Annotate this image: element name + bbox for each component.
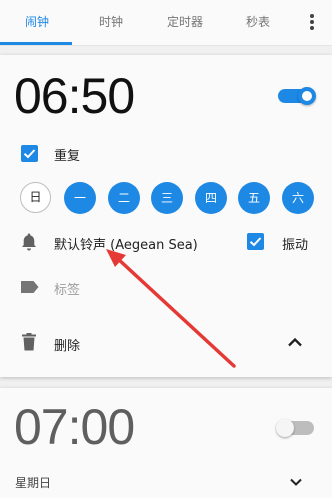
overflow-menu-icon[interactable]	[306, 12, 318, 34]
day-sunday[interactable]: 日	[20, 182, 51, 213]
ringtone-selector[interactable]: 默认铃声 (Aegean Sea)	[54, 234, 198, 253]
vibrate-checkbox[interactable]	[247, 233, 264, 250]
repeat-checkbox[interactable]	[21, 145, 38, 162]
day-monday[interactable]: 一	[64, 182, 96, 214]
day-friday[interactable]: 五	[238, 182, 270, 214]
delete-button[interactable]: 删除	[54, 335, 80, 354]
tab-alarm[interactable]: 闹钟	[2, 0, 72, 44]
alarm-time[interactable]: 06:50	[14, 67, 135, 125]
alarm-time[interactable]: 07:00	[14, 398, 135, 456]
alarm-card-expanded[interactable]: 06:50 重复 日 一 二 三 四 五 六 默认铃声 (Aegean Sea)…	[0, 55, 332, 377]
check-icon	[23, 149, 36, 159]
alarm-enable-switch[interactable]	[276, 419, 316, 437]
alarm-repeat-summary: 星期日	[15, 476, 52, 490]
vibrate-label: 振动	[282, 238, 309, 253]
chevron-down-icon[interactable]	[289, 478, 303, 486]
day-thursday[interactable]: 四	[195, 182, 227, 214]
tab-timer[interactable]: 定时器	[150, 0, 220, 44]
bell-icon	[22, 233, 36, 251]
day-wednesday[interactable]: 三	[151, 182, 183, 214]
repeat-label: 重复	[54, 149, 81, 164]
tab-indicator	[0, 42, 72, 45]
label-tag-icon	[21, 281, 39, 293]
label-input[interactable]: 标签	[54, 279, 80, 298]
tab-stopwatch[interactable]: 秒表	[223, 0, 293, 44]
day-tuesday[interactable]: 二	[108, 182, 140, 214]
check-icon	[249, 237, 262, 247]
alarm-card-collapsed[interactable]: 07:00 星期日	[0, 388, 332, 498]
day-saturday[interactable]: 六	[282, 182, 314, 214]
tab-clock[interactable]: 时钟	[76, 0, 146, 44]
chevron-up-icon[interactable]	[287, 337, 303, 347]
tab-bar: 闹钟 时钟 定时器 秒表	[0, 0, 332, 46]
alarm-enable-switch[interactable]	[276, 87, 316, 105]
trash-icon[interactable]	[22, 333, 36, 351]
